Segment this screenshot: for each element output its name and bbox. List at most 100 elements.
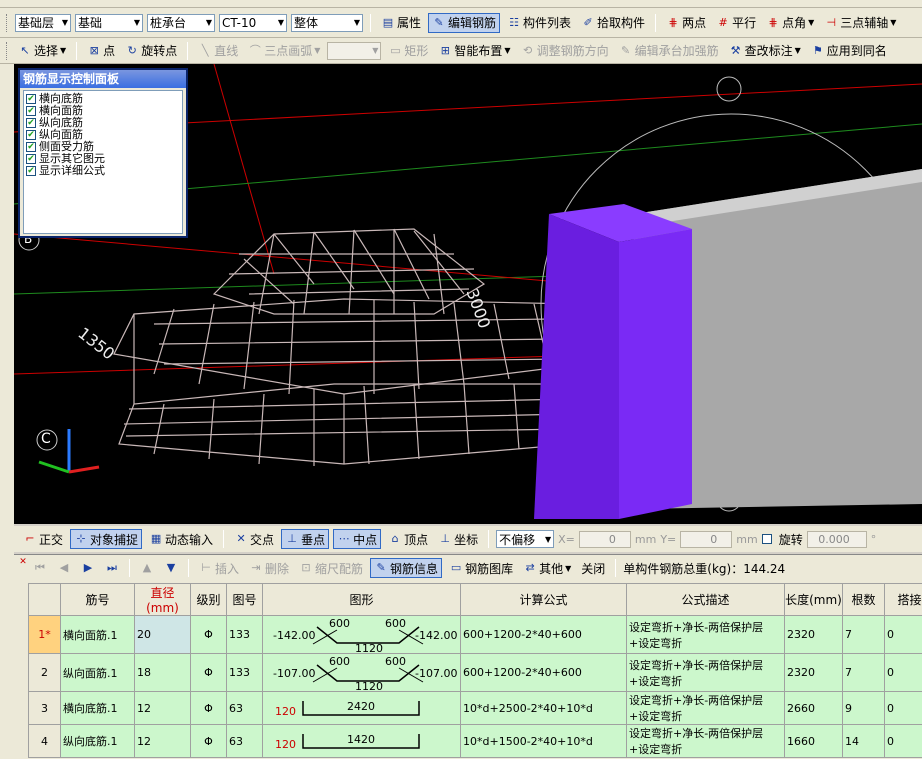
first-record-button[interactable]: ⏮ xyxy=(30,558,50,578)
insert-button[interactable]: ⊢ 插入 xyxy=(196,558,242,578)
smart-layout-button[interactable]: ⊞ 智能布置 ▼ xyxy=(435,41,513,61)
next-record-button[interactable]: ▶ xyxy=(78,558,98,578)
offset-mode-select[interactable]: 不偏移 ▼ xyxy=(496,530,555,548)
cell-lap[interactable]: 0 xyxy=(884,724,922,758)
edit-rebar-button[interactable]: ✎ 编辑钢筋 xyxy=(428,12,501,33)
header-grade[interactable]: 级别 xyxy=(190,583,227,616)
properties-button[interactable]: ▤ 属性 xyxy=(378,13,424,33)
toolbar-grip[interactable] xyxy=(6,13,9,32)
cell-lap[interactable]: 0 xyxy=(884,653,922,692)
cell-length[interactable]: 2320 xyxy=(784,653,843,692)
table-row[interactable]: 2 纵向面筋.1 18 Φ 133 -107.00 -107.00 600 60… xyxy=(28,653,922,692)
cell-formula-desc[interactable]: 设定弯折+净长-两倍保护层+设定弯折 xyxy=(626,653,785,692)
x-input[interactable]: 0 xyxy=(578,530,631,548)
rotate-input[interactable]: 0.000 xyxy=(806,530,867,548)
cell-formula-desc[interactable]: 设定弯折+净长-两倍保护层+设定弯折 xyxy=(626,724,785,758)
row-number[interactable]: 2 xyxy=(28,653,61,692)
other-button[interactable]: ⇄ 其他 ▼ xyxy=(520,558,574,578)
intersection-button[interactable]: ✕ 交点 xyxy=(231,529,277,549)
checkbox-checked-icon[interactable]: ✔ xyxy=(26,130,36,140)
cell-diameter[interactable]: 12 xyxy=(134,724,191,758)
row-number[interactable]: 4 xyxy=(28,724,61,758)
table-row[interactable]: 3 横向底筋.1 12 Φ 63 120 2420 10*d+2500-2*40… xyxy=(28,691,922,725)
rotate-point-button[interactable]: ↻ 旋转点 xyxy=(122,41,180,61)
checkbox-checked-icon[interactable]: ✔ xyxy=(26,118,36,128)
cell-count[interactable]: 14 xyxy=(842,724,885,758)
cell-grade[interactable]: Φ xyxy=(190,691,227,725)
cell-shape[interactable]: -142.00 -142.00 600 600 1120 xyxy=(262,615,461,654)
cell-diameter[interactable]: 18 xyxy=(134,653,191,692)
cell-bar-name[interactable]: 横向底筋.1 xyxy=(60,691,135,725)
point-button[interactable]: ⊠ 点 xyxy=(84,41,118,61)
cell-lap[interactable]: 0 xyxy=(884,615,922,654)
object-snap-button[interactable]: ⊹ 对象捕捉 xyxy=(70,529,143,549)
last-record-button[interactable]: ⏭ xyxy=(102,558,122,578)
cell-formula[interactable]: 600+1200-2*40+600 xyxy=(460,615,627,654)
select-button[interactable]: ↖ 选择 ▼ xyxy=(15,41,69,61)
orthogonal-button[interactable]: ⌐ 正交 xyxy=(20,529,66,549)
cell-fig-no[interactable]: 133 xyxy=(226,615,263,654)
perpendicular-button[interactable]: ⊥ 垂点 xyxy=(281,529,330,549)
cell-length[interactable]: 2660 xyxy=(784,691,843,725)
three-point-arc-button[interactable]: ⌒ 三点画弧 ▼ xyxy=(245,41,323,61)
cell-shape[interactable]: 120 1420 xyxy=(262,724,461,758)
toolbar-grip[interactable] xyxy=(6,41,9,60)
cell-count[interactable]: 9 xyxy=(842,691,885,725)
edit-cap-reinforcement-button[interactable]: ✎ 编辑承台加强筋 xyxy=(616,41,722,61)
row-number[interactable]: 1* xyxy=(28,615,61,654)
checkbox-checked-icon[interactable]: ✔ xyxy=(26,154,36,164)
component-list-button[interactable]: ☷ 构件列表 xyxy=(504,13,574,33)
cell-fig-no[interactable]: 133 xyxy=(226,653,263,692)
close-button[interactable]: 关闭 xyxy=(578,558,608,578)
coordinate-button[interactable]: ⊥ 坐标 xyxy=(435,529,481,549)
delete-button[interactable]: ⇥ 删除 xyxy=(246,558,292,578)
checkbox-checked-icon[interactable]: ✔ xyxy=(26,106,36,116)
cell-grade[interactable]: Φ xyxy=(190,653,227,692)
cell-bar-name[interactable]: 横向面筋.1 xyxy=(60,615,135,654)
cell-formula[interactable]: 10*d+2500-2*40+10*d xyxy=(460,691,627,725)
cell-shape[interactable]: -107.00 -107.00 600 600 1120 xyxy=(262,653,461,692)
rectangle-button[interactable]: ▭ 矩形 xyxy=(385,41,431,61)
close-panel-icon[interactable]: ✕ xyxy=(16,555,30,569)
scope-select[interactable]: 整体 ▼ xyxy=(291,13,363,32)
rotate-checkbox[interactable] xyxy=(761,534,772,544)
move-up-button[interactable]: ▲ xyxy=(137,558,157,578)
cell-bar-name[interactable]: 纵向面筋.1 xyxy=(60,653,135,692)
header-shape[interactable]: 图形 xyxy=(262,583,461,616)
scale-rebar-button[interactable]: ⊡ 缩尺配筋 xyxy=(296,558,366,578)
row-number[interactable]: 3 xyxy=(28,691,61,725)
cell-diameter[interactable]: 12 xyxy=(134,691,191,725)
component-name-select[interactable]: CT-10 ▼ xyxy=(219,13,287,32)
y-input[interactable]: 0 xyxy=(680,530,733,548)
cell-fig-no[interactable]: 63 xyxy=(226,691,263,725)
cell-length[interactable]: 2320 xyxy=(784,615,843,654)
header-diameter[interactable]: 直径(mm) xyxy=(134,583,191,616)
two-points-button[interactable]: ⋕ 两点 xyxy=(663,13,709,33)
header-lap[interactable]: 搭接 xyxy=(884,583,922,616)
line-button[interactable]: ╲ 直线 xyxy=(195,41,241,61)
three-point-axis-button[interactable]: ⊣ 三点辅轴 ▼ xyxy=(821,13,899,33)
cell-formula-desc[interactable]: 设定弯折+净长-两倍保护层+设定弯折 xyxy=(626,615,785,654)
category-select[interactable]: 基础 ▼ xyxy=(75,13,143,32)
cell-formula-desc[interactable]: 设定弯折+净长-两倍保护层+设定弯折 xyxy=(626,691,785,725)
move-down-button[interactable]: ▼ xyxy=(161,558,181,578)
cell-grade[interactable]: Φ xyxy=(190,724,227,758)
checkbox-item-detail-formula[interactable]: ✔ 显示详细公式 xyxy=(26,165,180,177)
arc-option-select[interactable]: ▼ xyxy=(327,41,382,60)
header-length[interactable]: 长度(mm) xyxy=(784,583,843,616)
header-fig-no[interactable]: 图号 xyxy=(226,583,263,616)
midpoint-button[interactable]: ⋯ 中点 xyxy=(333,529,382,549)
floor-select[interactable]: 基础层 ▼ xyxy=(15,13,71,32)
cell-formula[interactable]: 600+1200-2*40+600 xyxy=(460,653,627,692)
parallel-button[interactable]: # 平行 xyxy=(713,13,759,33)
checkbox-checked-icon[interactable]: ✔ xyxy=(26,142,36,152)
header-formula-desc[interactable]: 公式描述 xyxy=(626,583,785,616)
cell-diameter[interactable]: 20 xyxy=(134,615,191,654)
header-bar-name[interactable]: 筋号 xyxy=(60,583,135,616)
rebar-library-button[interactable]: ▭ 钢筋图库 xyxy=(446,558,516,578)
table-row[interactable]: 4 纵向底筋.1 12 Φ 63 120 1420 10*d+1500-2*40… xyxy=(28,724,922,758)
cell-count[interactable]: 7 xyxy=(842,653,885,692)
header-count[interactable]: 根数 xyxy=(842,583,885,616)
cell-fig-no[interactable]: 63 xyxy=(226,724,263,758)
cell-formula[interactable]: 10*d+1500-2*40+10*d xyxy=(460,724,627,758)
